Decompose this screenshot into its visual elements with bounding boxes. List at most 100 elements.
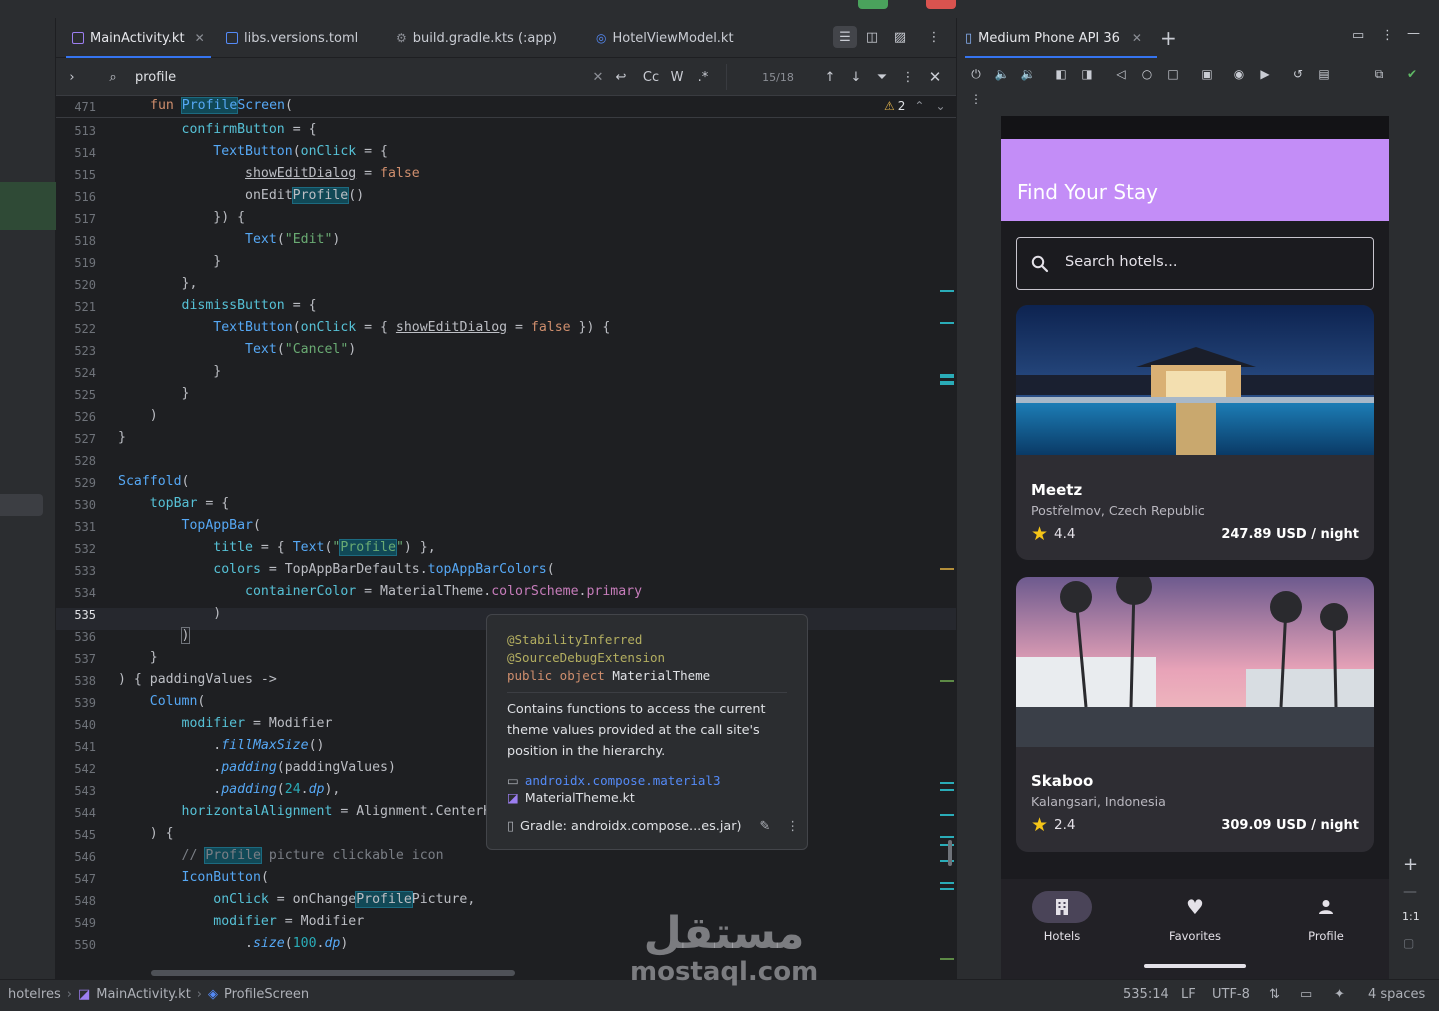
volume-down-icon[interactable]: 🔉	[1019, 65, 1037, 83]
home-icon[interactable]: ○	[1138, 65, 1156, 83]
scroll-marker	[940, 789, 954, 791]
horizontal-scrollbar[interactable]	[151, 970, 515, 976]
toml-file-icon	[226, 32, 238, 44]
sticky-line[interactable]: 471 fun ProfileScreen( ⚠ 2 ⌃ ⌄	[56, 96, 956, 118]
code-line: }	[118, 650, 158, 665]
code-line: // Profile picture clickable icon	[181, 847, 444, 864]
edit-source-icon[interactable]: ✎	[760, 819, 771, 834]
device-frame-icon[interactable]: ▣	[1198, 65, 1216, 83]
previous-match-icon[interactable]: ↑	[822, 66, 838, 88]
find-input[interactable]	[135, 66, 535, 88]
match-case-toggle[interactable]: Cc	[640, 66, 662, 88]
device-tab[interactable]: ▯ Medium Phone API 36 ✕	[965, 18, 1142, 58]
device-screen[interactable]: Find Your Stay Search hotels... Meetz Po…	[1001, 116, 1389, 979]
clear-icon[interactable]: ✕	[590, 66, 606, 88]
breadcrumb-symbol[interactable]: ProfileScreen	[224, 987, 309, 1002]
line-number: 535	[74, 608, 96, 622]
code-line: )	[118, 408, 158, 423]
close-icon[interactable]: ✕	[195, 31, 205, 45]
record-icon[interactable]: ▶	[1256, 65, 1274, 83]
line-number: 537	[74, 652, 96, 666]
back-icon[interactable]: ◁	[1112, 65, 1130, 83]
code-line: }) {	[118, 210, 246, 225]
more-icon[interactable]: ⋮	[1381, 28, 1394, 43]
tab-label: libs.versions.toml	[244, 30, 359, 46]
add-device-icon[interactable]: +	[1160, 26, 1177, 50]
line-separator[interactable]: LF	[1181, 987, 1196, 1002]
scroll-marker	[940, 782, 954, 784]
zoom-out-icon[interactable]: —	[1403, 884, 1417, 900]
tab-hotelviewmodel[interactable]: ◎ HotelViewModel.kt	[586, 18, 744, 58]
chevron-up-icon[interactable]: ⌃	[914, 99, 924, 113]
code-line: confirmButton = {	[181, 122, 317, 137]
minimize-icon[interactable]: —	[1407, 26, 1420, 41]
regex-toggle[interactable]: .*	[693, 66, 713, 88]
warnings-indicator[interactable]: ⚠ 2 ⌃ ⌄	[884, 99, 946, 113]
nav-item-favorites[interactable]: ♥ Favorites	[1140, 891, 1250, 943]
caret-position[interactable]: 535:14	[1123, 987, 1169, 1002]
search-field[interactable]: Search hotels...	[1016, 237, 1374, 290]
reset-icon[interactable]: ↺	[1289, 65, 1307, 83]
split-view-icon[interactable]: ◫	[860, 26, 884, 48]
tab-build-gradle[interactable]: ⚙ build.gradle.kts (:app)	[386, 18, 567, 58]
power-icon[interactable]: ⏻	[967, 65, 985, 83]
line-number: 524	[74, 366, 96, 380]
zoom-in-icon[interactable]: +	[1403, 854, 1418, 875]
stop-button[interactable]	[926, 0, 956, 9]
tab-mainactivity[interactable]: MainActivity.kt ✕	[62, 18, 215, 58]
expand-replace-icon[interactable]: ›	[64, 66, 80, 88]
find-bar: › ⌕ ✕ ↩ Cc W .* 15/18 ↑ ↓ ⏷ ⋮ ✕	[56, 58, 956, 96]
hotel-rating: ★ 4.4	[1031, 525, 1076, 544]
more-icon[interactable]: ⋮	[786, 819, 799, 834]
code-line: },	[118, 276, 198, 291]
snapshot-icon[interactable]: ▤	[1315, 65, 1333, 83]
screenshot-icon[interactable]: ◉	[1230, 65, 1248, 83]
rotate-left-icon[interactable]: ◧	[1052, 65, 1070, 83]
fit-screen-icon[interactable]: ▢	[1403, 936, 1414, 950]
read-only-icon[interactable]: ▭	[1300, 987, 1312, 1002]
words-toggle[interactable]: W	[667, 66, 687, 88]
indent-setting[interactable]: 4 spaces	[1368, 987, 1425, 1002]
line-number: 513	[74, 124, 96, 138]
more-icon[interactable]: ⋮	[967, 90, 985, 108]
tab-libs-versions[interactable]: libs.versions.toml	[216, 18, 368, 58]
breadcrumb-project[interactable]: hotelres	[8, 987, 61, 1002]
nav-item-profile[interactable]: Profile	[1271, 891, 1381, 943]
close-icon[interactable]: ✕	[1132, 31, 1142, 45]
run-button[interactable]	[858, 0, 888, 9]
code-view-icon[interactable]: ☰	[833, 26, 857, 48]
file-encoding[interactable]: UTF-8	[1212, 987, 1250, 1002]
code-line: Scaffold(	[118, 474, 190, 489]
volume-up-icon[interactable]: 🔈	[993, 65, 1011, 83]
warning-count: 2	[897, 99, 906, 113]
window-layout-icon[interactable]: ▭	[1352, 28, 1364, 43]
nav-item-hotels[interactable]: Hotels	[1007, 891, 1117, 943]
library-name: Gradle: androidx.compose...es.jar)	[520, 819, 742, 834]
doc-description: Contains functions to access the current…	[507, 702, 766, 759]
hotel-card[interactable]: Meetz Postřelmov, Czech Republic ★ 4.4 2…	[1016, 305, 1374, 560]
annotation-text: @StabilityInferred	[507, 632, 643, 647]
nav-label: Hotels	[1043, 929, 1081, 943]
filter-icon[interactable]: ⏷	[874, 66, 890, 88]
next-match-icon[interactable]: ↓	[848, 66, 864, 88]
vcs-icon[interactable]: ⇅	[1269, 987, 1280, 1002]
home-indicator[interactable]	[1144, 964, 1246, 968]
chevron-down-icon[interactable]: ⌄	[935, 99, 945, 113]
code-line: containerColor = MaterialTheme.colorSche…	[245, 584, 643, 599]
app-title: Find Your Stay	[1017, 180, 1159, 204]
vertical-scrollbar[interactable]	[948, 840, 952, 866]
zoom-ratio[interactable]: 1:1	[1402, 910, 1420, 923]
rotate-right-icon[interactable]: ◨	[1078, 65, 1096, 83]
new-line-icon[interactable]: ↩	[611, 66, 631, 88]
breadcrumb-file[interactable]: MainActivity.kt	[96, 987, 191, 1002]
ai-assistant-icon[interactable]: ✦	[1334, 987, 1345, 1002]
hotel-card[interactable]: Skaboo Kalangsari, Indonesia ★ 2.4 309.0…	[1016, 577, 1374, 852]
overview-icon[interactable]: □	[1164, 65, 1182, 83]
layout-inspector-icon[interactable]: ⧉	[1370, 65, 1388, 83]
close-find-icon[interactable]: ✕	[926, 66, 944, 88]
package-link[interactable]: androidx.compose.material3	[525, 773, 721, 788]
more-icon[interactable]: ⋮	[922, 26, 946, 48]
more-icon[interactable]: ⋮	[900, 66, 916, 88]
design-view-icon[interactable]: ▨	[888, 26, 912, 48]
bottom-navigation: Hotels ♥ Favorites Profile	[1001, 879, 1389, 979]
